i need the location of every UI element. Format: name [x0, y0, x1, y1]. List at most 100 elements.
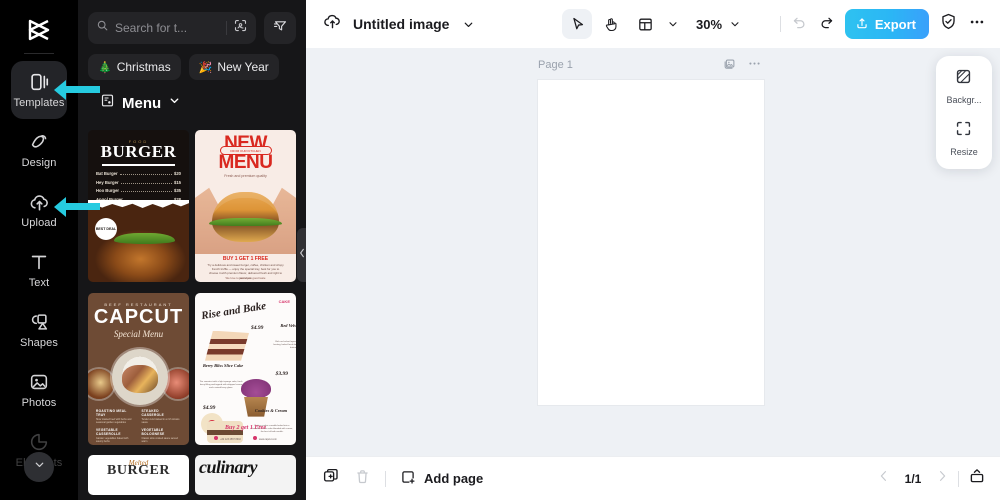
- canvas-area[interactable]: Page 1 Backgr... Resize: [306, 48, 1000, 456]
- add-page-button[interactable]: Add page: [400, 469, 483, 489]
- search-input[interactable]: Search for t...: [88, 12, 256, 44]
- section-header-menu[interactable]: Menu: [88, 80, 296, 122]
- page-image-icon[interactable]: [722, 56, 737, 76]
- item-price: $35: [174, 188, 181, 193]
- phone-icon: [214, 435, 219, 440]
- duplicate-page-button[interactable]: [322, 467, 340, 490]
- menu-line: Bat Burger $20: [96, 171, 181, 176]
- resize-icon: [954, 119, 973, 143]
- page-indicator: 1/1: [904, 471, 922, 486]
- resize-button[interactable]: Resize: [950, 119, 978, 157]
- photos-icon: [28, 371, 50, 393]
- chevron-down-icon[interactable]: [168, 94, 181, 112]
- filter-button[interactable]: [264, 12, 296, 44]
- template-card-culinary[interactable]: culinary: [195, 455, 296, 496]
- delete-page-button[interactable]: [354, 468, 371, 490]
- menu-line: Hoo Burger $35: [96, 188, 181, 193]
- left-rail: Templates Design Upload Text Shapes Phot…: [0, 0, 78, 500]
- template-card-rise-and-bake[interactable]: Rise and Bake CAKE $4.99 Red Velvet Slic…: [195, 292, 296, 445]
- divider: [102, 164, 175, 166]
- menu-columns: ROASTING MEAL TRAY Slow roasted beef wit…: [96, 409, 181, 445]
- item-desc: Classic slow cooked sauce served warm: [141, 437, 178, 444]
- template-header: FOOD BURGER Bat Burger $20 Hey Burger $1…: [88, 130, 189, 210]
- chevron-left-icon: [298, 246, 306, 264]
- chip-christmas[interactable]: 🎄 Christmas: [88, 54, 181, 80]
- sidebar-item-shapes[interactable]: Shapes: [11, 301, 67, 359]
- lettuce-shape: [209, 218, 282, 226]
- search-placeholder: Search for t...: [115, 21, 188, 35]
- background-button[interactable]: Backgr...: [946, 67, 982, 105]
- sidebar-item-label: Text: [28, 277, 50, 289]
- item-name: STEAKED CASSEROLE: [141, 408, 165, 417]
- templates-grid: FOOD BURGER Bat Burger $20 Hey Burger $1…: [78, 130, 306, 500]
- menu-line: Hey Burger $15: [96, 180, 181, 185]
- rail-expand-button[interactable]: [24, 452, 54, 482]
- title-chevron-down-icon[interactable]: [459, 10, 477, 38]
- export-button[interactable]: Export: [844, 9, 929, 39]
- sidebar-item-photos[interactable]: Photos: [11, 361, 67, 419]
- shield-check-icon[interactable]: [939, 12, 958, 36]
- layout-tool[interactable]: [630, 9, 660, 39]
- redo-button[interactable]: [818, 13, 835, 35]
- sidebar-item-text[interactable]: Text: [11, 241, 67, 299]
- toolbar-divider: [779, 16, 781, 32]
- template-offer: BUY 1 GET 1 FREE: [222, 256, 269, 262]
- undo-button[interactable]: [791, 13, 808, 35]
- zoom-chevron-down-icon[interactable]: [726, 10, 744, 38]
- best-deal-badge: BEST DEAL: [95, 218, 117, 240]
- capcut-logo[interactable]: [19, 14, 59, 46]
- templates-icon: [28, 71, 50, 93]
- layout-chevron-down-icon[interactable]: [664, 10, 682, 38]
- arrow-shaft: [66, 203, 100, 210]
- add-page-icon: [400, 469, 417, 489]
- template-card-burger-price-menu[interactable]: FOOD BURGER Bat Burger $20 Hey Burger $1…: [88, 130, 189, 282]
- template-card-melted-burger[interactable]: Melted BURGER: [88, 455, 189, 496]
- next-page-button[interactable]: [935, 469, 949, 488]
- image-search-icon[interactable]: [233, 18, 248, 38]
- dot-leader: [119, 174, 172, 175]
- item-price: $20: [174, 171, 181, 176]
- chip-new-year[interactable]: 🎉 New Year: [188, 54, 279, 80]
- search-row: Search for t...: [88, 12, 296, 44]
- sidebar-item-label: Shapes: [20, 337, 58, 349]
- party-popper-icon: 🎉: [198, 61, 213, 74]
- bottom-divider: [385, 470, 386, 487]
- toolbar-left: Untitled image: [322, 10, 477, 38]
- template-title-line2: MENU: [218, 152, 273, 173]
- template-card-capcut-beef-special-menu[interactable]: BEEF RESTAURANT CAPCUT Special Menu ROAS…: [88, 292, 189, 445]
- contact-value: +62 123 4567 8910: [220, 437, 241, 441]
- page-canvas[interactable]: [538, 80, 764, 405]
- item-desc: Garden vegetables baked with savory herb…: [96, 437, 129, 444]
- contact-value: www.capcut.com: [258, 437, 277, 441]
- pagination: 1/1: [877, 467, 986, 490]
- template-subtitle: Fresh and premium quality: [224, 174, 267, 178]
- brand-logo: CAKE: [278, 298, 290, 304]
- zoom-level[interactable]: 30%: [696, 17, 722, 32]
- item-price: $3.99: [275, 370, 288, 377]
- sidebar-item-label: Photos: [21, 397, 57, 409]
- panel-header: Search for t... 🎄 Christmas 🎉 New Year M…: [78, 0, 306, 122]
- template-script: Special Menu: [113, 328, 164, 339]
- arrow-shaft: [66, 86, 100, 93]
- select-tool[interactable]: [561, 9, 592, 39]
- sidebar-item-design[interactable]: Design: [11, 121, 67, 179]
- page-more-horizontal-icon[interactable]: [747, 56, 762, 76]
- cake-slice-illustration: [205, 330, 249, 361]
- collapse-panel-button[interactable]: [968, 467, 986, 490]
- item-name: VEGETABLE BOLOGNESE: [141, 428, 165, 437]
- template-stamp: FROM OUR KITCHEN: [219, 146, 272, 155]
- more-horizontal-icon[interactable]: [968, 13, 986, 36]
- hand-tool[interactable]: [596, 9, 626, 39]
- website-contact: www.capcut.com: [252, 435, 277, 441]
- template-card-new-menu-burger[interactable]: NEW FROM OUR KITCHEN MENU Fresh and prem…: [195, 130, 296, 282]
- panel-collapse-handle[interactable]: [297, 228, 306, 282]
- item-name: Red Velvet Slice Cake: [280, 322, 296, 328]
- rail-items: Templates Design Upload Text Shapes Phot…: [0, 61, 78, 481]
- rail-divider: [24, 53, 54, 54]
- lettuce-shape: [114, 233, 175, 244]
- cloud-upload-icon[interactable]: [322, 11, 343, 37]
- capcut-editor-window: Templates Design Upload Text Shapes Phot…: [0, 0, 1000, 500]
- burger-photo: [88, 199, 189, 282]
- prev-page-button[interactable]: [877, 469, 891, 488]
- document-title[interactable]: Untitled image: [353, 16, 449, 32]
